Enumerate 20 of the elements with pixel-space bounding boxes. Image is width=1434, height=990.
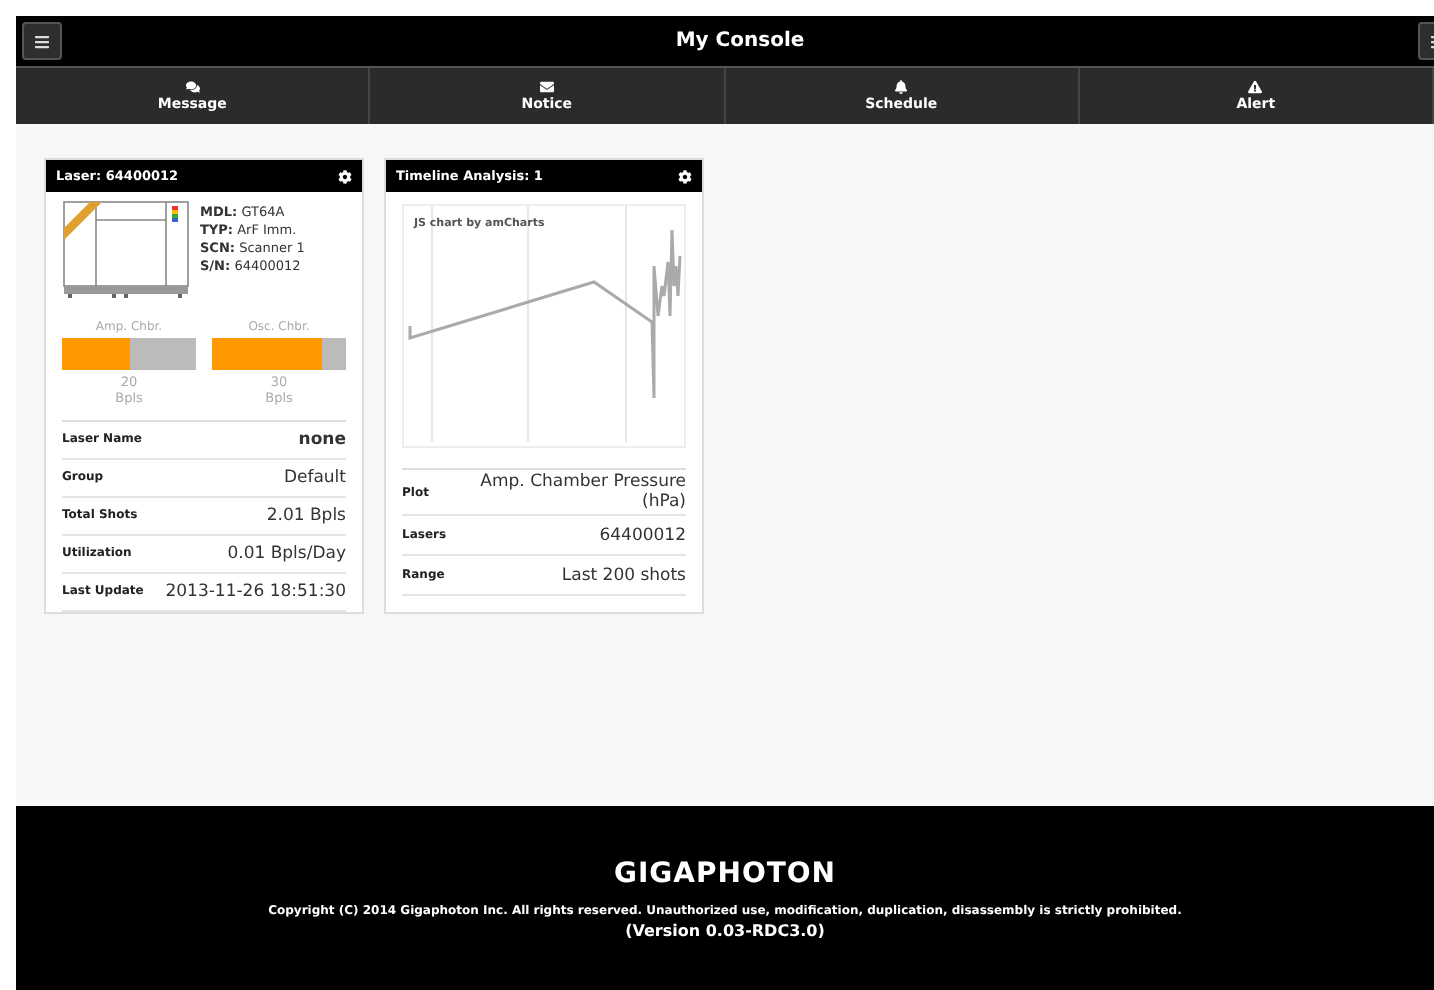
row-value: Last 200 shots	[561, 565, 686, 585]
company-logo: GIGAPHOTON	[613, 857, 837, 890]
row-value: 2.01 Bpls	[266, 505, 346, 526]
version-text: (Version 0.03-RDC3.0)	[625, 920, 825, 945]
menu-icon	[34, 33, 50, 49]
row-value: 2013-11-26 18:51:30	[165, 581, 346, 602]
bell-icon	[894, 80, 909, 94]
page-title: My Console	[675, 30, 805, 52]
chat-icon	[185, 80, 200, 94]
warning-icon	[1248, 80, 1263, 94]
row-value: Amp. Chamber Pressure (hPa)	[478, 472, 686, 512]
menu-button[interactable]	[22, 22, 62, 60]
row-value: Default	[283, 467, 346, 488]
settings-icon[interactable]	[678, 169, 692, 183]
row-value: 0.01 Bpls/Day	[227, 543, 346, 564]
row-value: 64400012	[599, 525, 686, 545]
row-value: none	[298, 429, 346, 450]
envelope-icon	[539, 80, 554, 94]
settings-icon[interactable]	[338, 169, 352, 183]
laser-diagram-drawing	[62, 200, 190, 304]
